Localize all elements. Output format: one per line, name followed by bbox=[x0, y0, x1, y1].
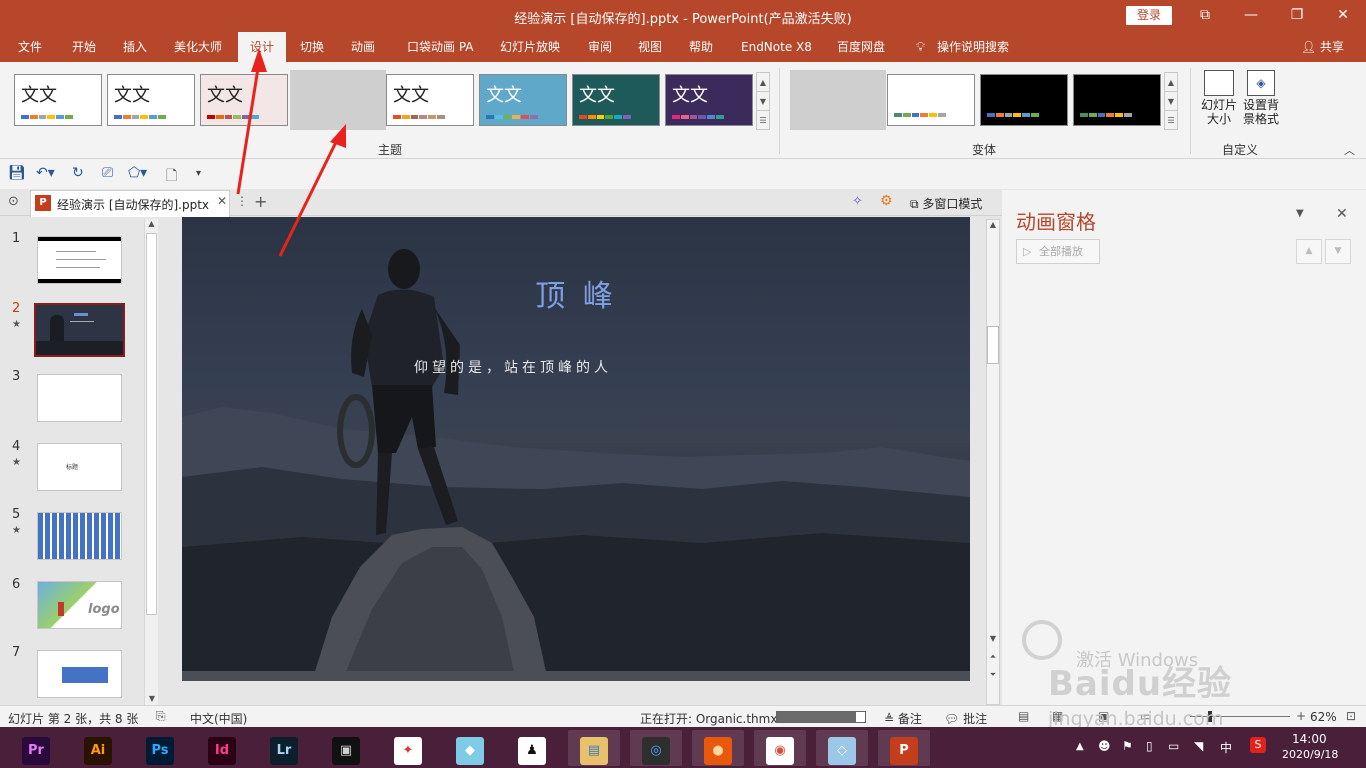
annotation-arrows bbox=[236, 48, 346, 257]
